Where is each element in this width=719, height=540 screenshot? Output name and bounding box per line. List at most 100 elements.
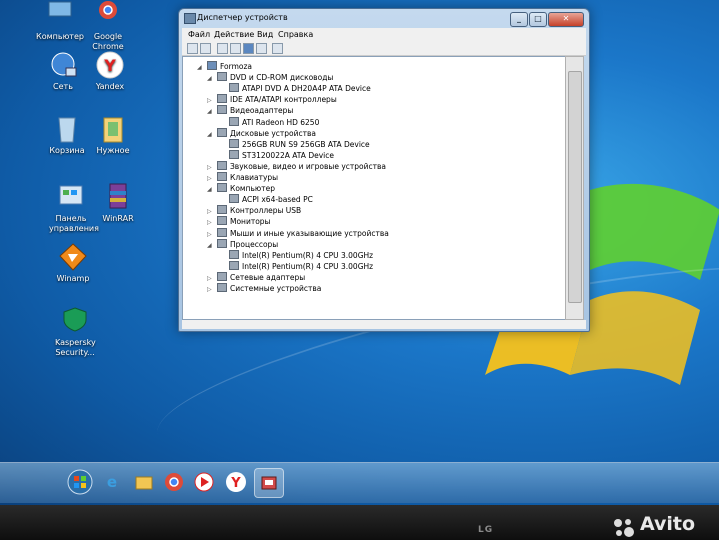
winamp-icon xyxy=(56,242,90,272)
tree-category-node[interactable]: ▷ Звуковые, видео и игровые устройства xyxy=(207,160,386,172)
help-button[interactable] xyxy=(243,43,254,54)
view-button[interactable] xyxy=(256,43,267,54)
tree-category-node[interactable]: ◢ Видеоадаптеры xyxy=(207,105,293,116)
scrollbar-thumb[interactable] xyxy=(568,71,582,303)
taskbar-device-manager[interactable] xyxy=(254,468,284,498)
desktop-icon-winamp[interactable]: Winamp xyxy=(38,242,108,284)
folder-icon xyxy=(96,114,130,144)
tree-device-node[interactable]: 256GB RUN S9 256GB ATA Device xyxy=(219,138,370,150)
tree-node-label: Formoza xyxy=(220,62,253,71)
avito-logo-icon xyxy=(614,519,634,537)
desktop-icon-label: Kaspersky Security... xyxy=(55,338,96,357)
device-icon xyxy=(217,238,227,248)
winrar-icon xyxy=(101,182,135,212)
tree-category-node[interactable]: ▷ Сетевые адаптеры xyxy=(207,271,305,283)
properties-button[interactable] xyxy=(230,43,241,54)
expand-toggle-icon[interactable]: ◢ xyxy=(207,106,215,117)
tree-node-label: Системные устройства xyxy=(230,284,322,293)
taskbar-ie[interactable]: e xyxy=(98,468,126,496)
back-button[interactable] xyxy=(187,43,198,54)
desktop-icon-winrar[interactable]: WinRAR xyxy=(83,182,153,224)
view-button[interactable] xyxy=(217,43,228,54)
tree-device-node[interactable]: ATAPI DVD A DH20A4P ATA Device xyxy=(219,83,371,94)
device-icon xyxy=(217,105,227,115)
tree-node-label: Intel(R) Pentium(R) 4 CPU 3.00GHz xyxy=(242,250,374,260)
start-button[interactable] xyxy=(66,468,94,496)
maximize-button[interactable]: □ xyxy=(529,12,547,27)
start-orb-icon xyxy=(67,469,93,495)
minimize-button[interactable]: _ xyxy=(510,12,528,27)
tree-node-label: Дисковые устройства xyxy=(230,128,316,138)
toolbar xyxy=(182,41,586,56)
desktop-icon-chrome[interactable]: Google Chrome xyxy=(73,0,143,52)
tree-device-node[interactable]: Intel(R) Pentium(R) 4 CPU 3.00GHz xyxy=(219,249,374,261)
tree-node-label: ATI Radeon HD 6250 xyxy=(242,117,320,127)
tree-root-node[interactable]: ◢ Formoza xyxy=(197,61,252,72)
desktop-icon-kaspersky[interactable]: Kaspersky Security... xyxy=(40,306,110,358)
expand-toggle-icon[interactable]: ◢ xyxy=(207,73,215,84)
expand-toggle-icon[interactable]: ◢ xyxy=(197,62,205,73)
tree-node-label: DVD и CD-ROM дисководы xyxy=(230,73,334,83)
taskbar-yandex[interactable]: Y xyxy=(222,468,250,496)
ie-icon: e xyxy=(106,473,118,491)
taskbar: e Y xyxy=(0,462,719,503)
taskbar-chrome[interactable] xyxy=(160,468,188,496)
tree-category-node[interactable]: ▷ Контроллеры USB xyxy=(207,205,301,216)
tree-category-node[interactable]: ◢ Процессоры xyxy=(207,238,278,251)
menu-action[interactable]: Действие xyxy=(214,30,254,39)
tree-node-label: Мыши и иные указывающие устройства xyxy=(230,228,389,238)
taskbar-explorer[interactable] xyxy=(130,468,158,496)
expand-toggle-icon[interactable]: ◢ xyxy=(207,129,215,140)
device-icon xyxy=(217,160,227,170)
expand-toggle-icon[interactable]: ◢ xyxy=(207,184,215,195)
maximize-icon: □ xyxy=(534,14,542,23)
device-icon xyxy=(217,183,227,193)
tree-device-node[interactable]: ATI Radeon HD 6250 xyxy=(219,116,320,128)
tree-category-node[interactable]: ▷ Системные устройства xyxy=(207,283,321,294)
desktop-icon-yandex[interactable]: Y Yandex xyxy=(75,50,145,92)
svg-text:Y: Y xyxy=(230,476,241,491)
device-icon xyxy=(217,94,227,104)
device-icon xyxy=(229,149,239,159)
computer-icon xyxy=(43,0,77,30)
desktop-icon-label: Сеть xyxy=(53,82,73,91)
tree-device-node[interactable]: Intel(R) Pentium(R) 4 CPU 3.00GHz xyxy=(219,260,373,272)
menu-view[interactable]: Вид xyxy=(257,30,273,39)
tree-node-label: Видеоадаптеры xyxy=(230,106,294,116)
tree-category-node[interactable]: ◢ Компьютер xyxy=(207,183,275,194)
device-icon xyxy=(229,116,239,126)
tree-device-node[interactable]: ST3120022A ATA Device xyxy=(219,149,334,161)
desktop-icon-label: Winamp xyxy=(56,274,90,283)
desktop-icon-label: Нужное xyxy=(96,146,130,155)
tree-node-label: 256GB RUN S9 256GB ATA Device xyxy=(242,139,370,149)
device-icon xyxy=(229,138,239,148)
desktop-icon-folder[interactable]: Нужное xyxy=(78,114,148,156)
close-button[interactable]: ✕ xyxy=(548,12,584,27)
tree-node-label: Мониторы xyxy=(230,217,271,227)
device-icon xyxy=(217,216,227,226)
tree-category-node[interactable]: ▷ Мыши и иные указывающие устройства xyxy=(207,227,389,239)
expand-toggle-icon[interactable]: ◢ xyxy=(207,240,215,251)
device-tree: ◢ Formoza ◢ DVD и CD-ROM дисководы ATAPI DVD… xyxy=(182,56,566,320)
scan-hardware-button[interactable] xyxy=(272,43,283,54)
tree-category-node[interactable]: ▷ Мониторы xyxy=(207,216,270,227)
menu-file[interactable]: Файл xyxy=(188,30,210,39)
tree-category-node[interactable]: ▷ Клавиатуры xyxy=(207,172,278,183)
vertical-scrollbar[interactable] xyxy=(565,56,584,320)
forward-button[interactable] xyxy=(200,43,211,54)
device-icon xyxy=(217,205,227,215)
device-icon xyxy=(207,61,217,70)
taskbar-media-player[interactable] xyxy=(190,468,218,496)
close-icon: ✕ xyxy=(562,14,570,23)
media-player-icon xyxy=(194,472,214,492)
tree-category-node[interactable]: ◢ Дисковые устройства xyxy=(207,127,316,140)
tree-device-node[interactable]: ACPI x64-based PC xyxy=(219,194,313,205)
expand-toggle-icon[interactable]: ▷ xyxy=(207,284,215,295)
device-icon xyxy=(217,227,227,237)
kaspersky-icon xyxy=(58,306,92,336)
tree-category-node[interactable]: ◢ DVD и CD-ROM дисководы xyxy=(207,72,333,83)
tree-category-node[interactable]: ▷ IDE ATA/ATAPI контроллеры xyxy=(207,94,337,105)
tree-node-label: ACPI x64-based PC xyxy=(242,195,313,205)
menu-help[interactable]: Справка xyxy=(278,30,313,39)
tree-node-label: Клавиатуры xyxy=(230,173,279,182)
